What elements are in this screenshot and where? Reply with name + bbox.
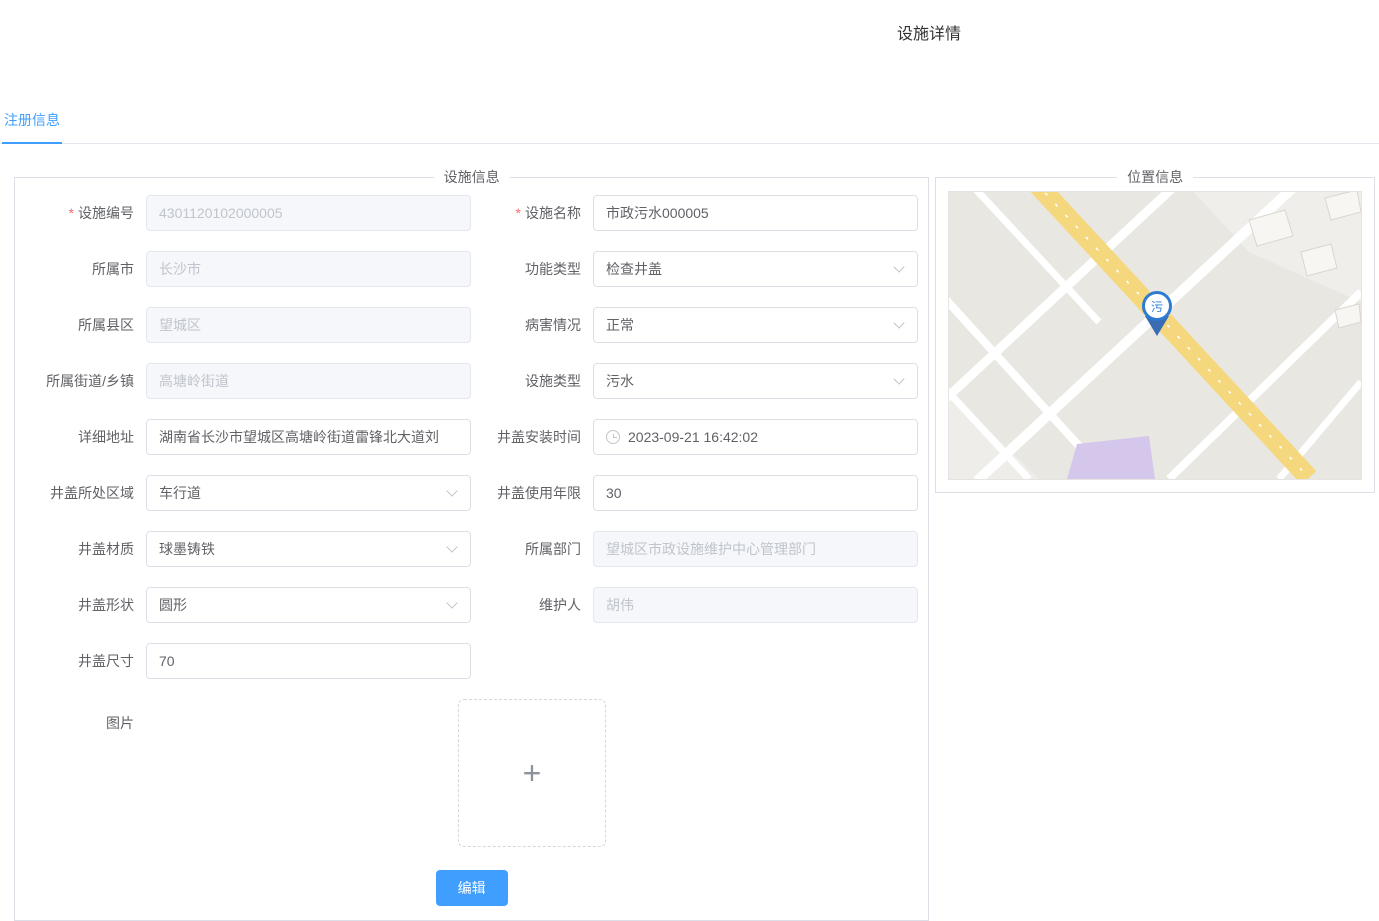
- field-value: 望城区: [159, 315, 458, 335]
- form-field-row: 所属县区望城区: [15, 307, 471, 343]
- form-field-row: 井盖尺寸 70: [15, 643, 471, 679]
- field-label: 所属街道/乡镇: [15, 363, 146, 399]
- form-field-row: 设施类型污水: [471, 363, 919, 399]
- required-asterisk: *: [516, 205, 521, 221]
- field-value: 望城区市政设施维护中心管理部门: [606, 539, 905, 559]
- form-field-row: 井盖形状圆形: [15, 587, 471, 623]
- map-container[interactable]: 污: [948, 191, 1362, 480]
- chevron-down-icon: [446, 597, 457, 608]
- facility-panel-title: 设施信息: [434, 167, 510, 187]
- page-header: 设施详情: [0, 0, 1379, 104]
- field-value: 30: [606, 485, 905, 501]
- maintainer-input: 胡伟: [593, 587, 918, 623]
- edit-button[interactable]: 编辑: [436, 870, 508, 906]
- page-title: 设施详情: [897, 20, 961, 44]
- field-value: 检查井盖: [606, 259, 887, 279]
- form-field-row: 详细地址湖南省长沙市望城区高塘岭街道雷锋北大道刘: [15, 419, 471, 455]
- department-input: 望城区市政设施维护中心管理部门: [593, 531, 918, 567]
- facility-detail-page: 设施详情 注册信息 设施信息 *设施编号 4301120102000005 所属市长…: [0, 0, 1379, 921]
- cover-area-select[interactable]: 车行道: [146, 475, 471, 511]
- form-field-row: 维护人胡伟: [471, 587, 919, 623]
- service-life-input[interactable]: 30: [593, 475, 918, 511]
- facility-type-select[interactable]: 污水: [593, 363, 918, 399]
- field-value: 长沙市: [159, 259, 458, 279]
- facility-info-panel: 设施信息 *设施编号4301120102000005所属市长沙市所属县区望城区所…: [14, 167, 929, 921]
- chevron-down-icon: [893, 261, 904, 272]
- field-label: 设施类型: [471, 363, 593, 399]
- cover-size-input[interactable]: 70: [146, 643, 471, 679]
- chevron-down-icon: [893, 317, 904, 328]
- form-field-row: 井盖安装时间 2023-09-21 16:42:02: [471, 419, 919, 455]
- form-column-right: *设施名称市政污水000005功能类型检查井盖病害情况正常设施类型污水井盖安装时…: [471, 195, 919, 699]
- disease-status-select[interactable]: 正常: [593, 307, 918, 343]
- field-label: 井盖安装时间: [471, 419, 593, 455]
- field-label: 病害情况: [471, 307, 593, 343]
- install-time-picker[interactable]: 2023-09-21 16:42:02: [593, 419, 918, 455]
- facility-name-input[interactable]: 市政污水000005: [593, 195, 918, 231]
- form-field-row: 井盖材质球墨铸铁: [15, 531, 471, 567]
- field-label: 井盖材质: [15, 531, 146, 567]
- facility-id-input: 4301120102000005: [146, 195, 471, 231]
- field-value: 胡伟: [606, 595, 905, 615]
- field-value: 高塘岭街道: [159, 371, 458, 391]
- address-input[interactable]: 湖南省长沙市望城区高塘岭街道雷锋北大道刘: [146, 419, 471, 455]
- cover-material-select[interactable]: 球墨铸铁: [146, 531, 471, 567]
- field-label: 功能类型: [471, 251, 593, 287]
- form-field-row: 功能类型检查井盖: [471, 251, 919, 287]
- field-value: 市政污水000005: [606, 203, 905, 223]
- form-field-row: 所属部门望城区市政设施维护中心管理部门: [471, 531, 919, 567]
- image-upload-row: 图片 +: [15, 699, 928, 847]
- chevron-down-icon: [446, 541, 457, 552]
- field-label: 井盖形状: [15, 587, 146, 623]
- field-value: 70: [159, 653, 458, 669]
- location-panel-title: 位置信息: [1117, 167, 1193, 187]
- function-type-select[interactable]: 检查井盖: [593, 251, 918, 287]
- form-field-row: *设施编号 4301120102000005: [15, 195, 471, 231]
- field-value: 球墨铸铁: [159, 539, 440, 559]
- form-field-row: *设施名称市政污水000005: [471, 195, 919, 231]
- cover-shape-select[interactable]: 圆形: [146, 587, 471, 623]
- chevron-down-icon: [446, 485, 457, 496]
- field-value: 2023-09-21 16:42:02: [628, 429, 905, 445]
- field-value: 湖南省长沙市望城区高塘岭街道雷锋北大道刘: [159, 427, 458, 447]
- field-label: 所属县区: [15, 307, 146, 343]
- field-value: 污水: [606, 371, 887, 391]
- field-label: 图片: [15, 699, 146, 847]
- field-label: 井盖尺寸: [15, 643, 146, 679]
- form-field-row: 井盖所处区域车行道: [15, 475, 471, 511]
- field-value: 4301120102000005: [159, 205, 458, 221]
- county-input: 望城区: [146, 307, 471, 343]
- form-field-row: 所属街道/乡镇高塘岭街道: [15, 363, 471, 399]
- required-asterisk: *: [69, 205, 74, 221]
- field-value: 正常: [606, 315, 887, 335]
- city-input: 长沙市: [146, 251, 471, 287]
- field-label: 详细地址: [15, 419, 146, 455]
- map-canvas[interactable]: 污: [949, 192, 1361, 479]
- clock-icon: [606, 430, 620, 444]
- form-columns: *设施编号4301120102000005所属市长沙市所属县区望城区所属街道/乡…: [15, 187, 928, 699]
- form-field-row: 病害情况正常: [471, 307, 919, 343]
- plus-icon: +: [523, 757, 542, 789]
- map-marker-label: 污: [1151, 300, 1163, 314]
- field-value: 车行道: [159, 483, 440, 503]
- tab-registration-info[interactable]: 注册信息: [2, 104, 62, 144]
- tab-bar: 注册信息: [0, 104, 1379, 144]
- field-label: *设施编号: [15, 195, 146, 231]
- form-field-row: 所属市长沙市: [15, 251, 471, 287]
- street-input: 高塘岭街道: [146, 363, 471, 399]
- field-label: 所属部门: [471, 531, 593, 567]
- field-value: 圆形: [159, 595, 440, 615]
- field-label: *设施名称: [471, 195, 593, 231]
- location-info-panel: 位置信息: [935, 167, 1375, 493]
- form-field-row: 井盖使用年限 30: [471, 475, 919, 511]
- image-upload[interactable]: +: [458, 699, 606, 847]
- field-label: 井盖所处区域: [15, 475, 146, 511]
- content-area: 设施信息 *设施编号4301120102000005所属市长沙市所属县区望城区所…: [0, 144, 1379, 921]
- field-label: 所属市: [15, 251, 146, 287]
- chevron-down-icon: [893, 373, 904, 384]
- field-label: 维护人: [471, 587, 593, 623]
- actions-bar: 编辑: [15, 870, 928, 906]
- form-column-left: *设施编号4301120102000005所属市长沙市所属县区望城区所属街道/乡…: [15, 195, 471, 699]
- field-label: 井盖使用年限: [471, 475, 593, 511]
